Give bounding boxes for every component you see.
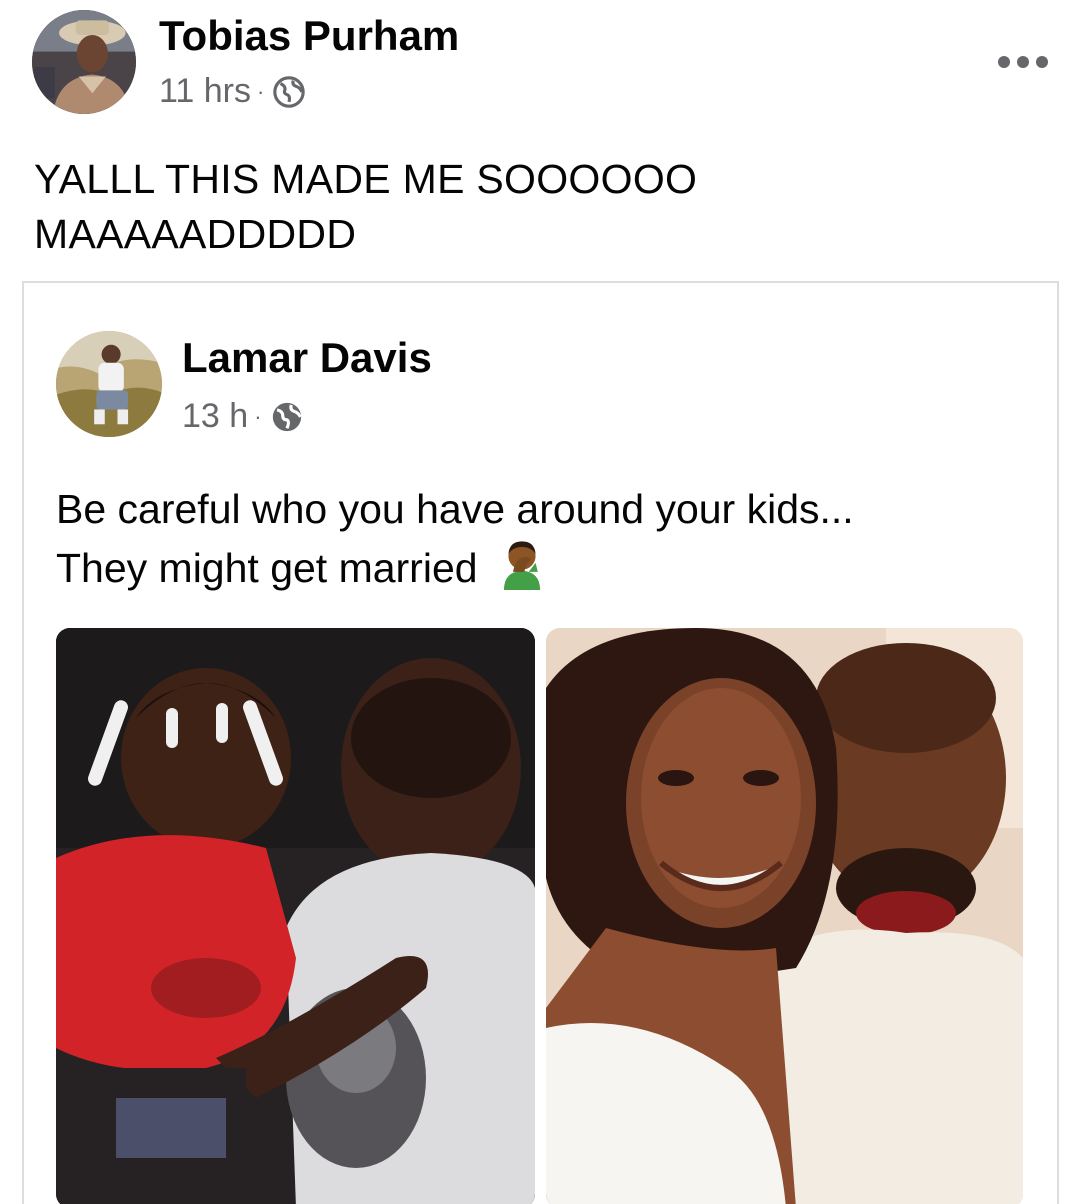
post-time[interactable]: 11 hrs (159, 72, 251, 111)
globe-icon (272, 402, 302, 431)
avatar-image (56, 331, 162, 437)
shared-author-name[interactable]: Lamar Davis (182, 334, 432, 382)
shared-photo-left[interactable] (56, 628, 535, 1204)
shared-post-time[interactable]: 13 h (182, 397, 248, 436)
avatar-image (32, 10, 136, 114)
meta-separator: · (254, 403, 262, 429)
more-dot (1017, 56, 1029, 68)
author-name[interactable]: Tobias Purham (159, 12, 459, 60)
post-text-line: YALLL THIS MADE ME SOOOOOO (34, 156, 698, 202)
globe-icon (273, 75, 306, 108)
post-meta: 11 hrs · (159, 72, 306, 111)
shared-post-meta: 13 h · (182, 397, 304, 436)
photo-man-with-toddler (56, 628, 535, 1204)
shared-post-text: Be careful who you have around your kids… (56, 480, 854, 597)
meta-separator: · (256, 78, 265, 104)
shared-post-text-line-with-emoji: They might get married (56, 538, 854, 597)
facebook-post: Tobias Purham 11 hrs · YALLL THIS MADE M… (0, 0, 1080, 1204)
photo-bride-and-groom (546, 628, 1023, 1204)
post-text-line: MAAAAADDDDD (34, 211, 357, 257)
more-dot (998, 56, 1010, 68)
shared-post-text-line: They might get married (56, 545, 478, 591)
shared-post-text-line: Be careful who you have around your kids… (56, 486, 854, 532)
shared-author-avatar[interactable] (56, 331, 162, 437)
more-dot (1036, 56, 1048, 68)
post-text: YALLL THIS MADE ME SOOOOOO MAAAAADDDDD (34, 152, 697, 262)
man-facepalming-emoji (503, 541, 541, 590)
more-options-icon[interactable] (996, 48, 1050, 76)
shared-photo-right[interactable] (546, 628, 1023, 1204)
author-avatar[interactable] (32, 10, 136, 114)
